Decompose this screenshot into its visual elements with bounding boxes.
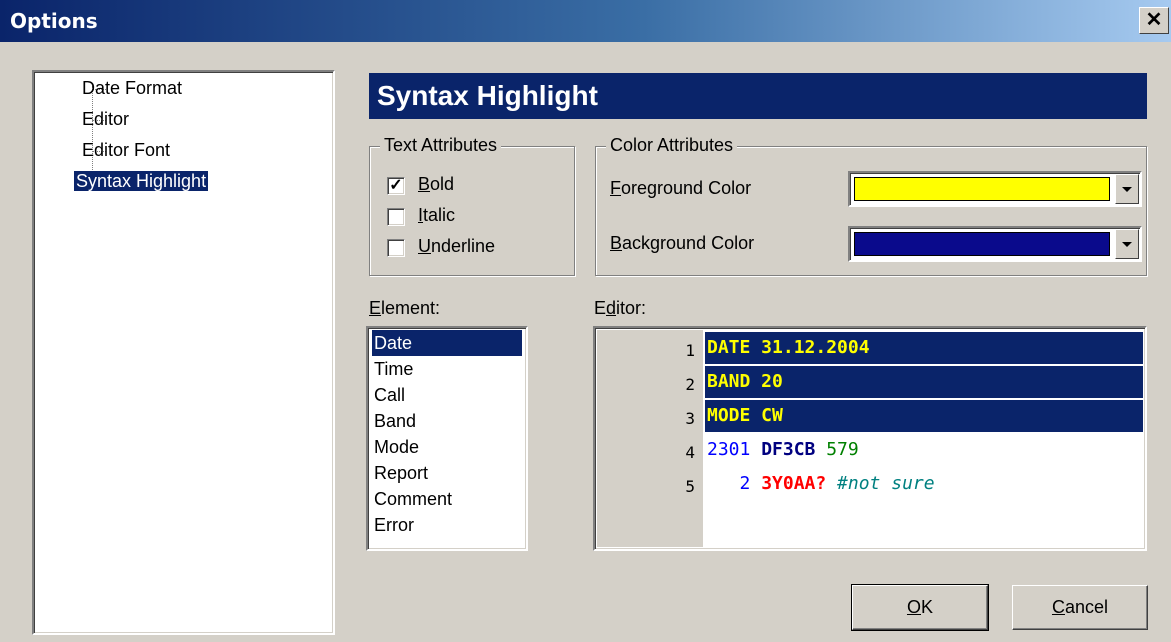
- code-line: MODE CW: [705, 400, 1143, 432]
- ok-button[interactable]: OK: [851, 584, 989, 631]
- background-color-label: Background Color: [610, 233, 755, 253]
- text-attributes-group: Text Attributes ✓ Bold Italic Underline: [369, 135, 575, 276]
- list-item[interactable]: Band: [372, 408, 522, 434]
- italic-checkbox[interactable]: [387, 208, 405, 226]
- list-item[interactable]: Report: [372, 460, 522, 486]
- line-number: 3: [685, 409, 695, 428]
- list-item[interactable]: Date: [372, 330, 522, 356]
- group-label: Color Attributes: [606, 135, 738, 156]
- close-button[interactable]: ✕: [1139, 7, 1169, 34]
- underline-checkbox[interactable]: [387, 239, 405, 257]
- tree-item-label: Editor: [82, 109, 130, 129]
- list-item[interactable]: Error: [372, 512, 522, 538]
- code-token: BAND 20: [707, 371, 783, 392]
- tree-item-syntax-highlight[interactable]: Syntax Highlight: [72, 170, 210, 192]
- code-token: DF3CB: [761, 439, 827, 460]
- line-number: 2: [685, 375, 695, 394]
- chevron-down-icon[interactable]: [1115, 229, 1139, 259]
- code-line: DATE 31.12.2004: [705, 332, 1143, 364]
- tree-item-label: Syntax Highlight: [72, 170, 210, 192]
- editor-preview[interactable]: 1 2 3 4 5 DATE 31.12.2004 BAND 20 MODE CW 2301 …: [593, 326, 1147, 551]
- code-token: #not sure: [837, 473, 935, 494]
- list-item[interactable]: Time: [372, 356, 522, 382]
- cancel-button[interactable]: Cancel: [1012, 585, 1148, 630]
- foreground-color-picker[interactable]: [848, 171, 1142, 207]
- cancel-label: C: [1051, 597, 1065, 617]
- code-line: BAND 20: [705, 366, 1143, 398]
- bold-checkbox[interactable]: ✓: [387, 177, 405, 195]
- tree-item-editor-font[interactable]: Editor Font: [82, 140, 170, 161]
- code-token: 2: [707, 473, 762, 494]
- element-list[interactable]: Date Time Call Band Mode Report Comment Error: [366, 326, 528, 551]
- chevron-down-icon[interactable]: [1115, 174, 1139, 204]
- list-item[interactable]: Mode: [372, 434, 522, 460]
- color-attributes-group: Color Attributes Foreground Color Backgr…: [595, 135, 1147, 276]
- element-list-label: Element:: [369, 298, 441, 318]
- code-line: 2 3Y0AA? #not sure: [705, 468, 1143, 500]
- options-tree[interactable]: Date Format Editor Editor Font Syntax Hi…: [32, 70, 335, 635]
- bold-label: Bold: [418, 174, 455, 194]
- italic-label: Italic: [418, 205, 456, 225]
- code-token: MODE CW: [707, 405, 783, 426]
- group-label: Text Attributes: [380, 135, 502, 156]
- background-color-swatch: [854, 232, 1110, 256]
- tree-item-label: Editor Font: [82, 140, 171, 160]
- code-token: 2301: [707, 439, 762, 460]
- editor-label: Editor:: [594, 298, 647, 318]
- background-color-picker[interactable]: [848, 226, 1142, 262]
- checkmark-icon: ✓: [389, 177, 403, 194]
- list-item[interactable]: Comment: [372, 486, 522, 512]
- section-title: Syntax Highlight: [369, 73, 1147, 119]
- window-title: Options: [10, 9, 98, 33]
- line-number: 5: [685, 477, 695, 496]
- underline-label: Underline: [418, 236, 496, 256]
- line-number: 4: [685, 443, 695, 462]
- title-bar[interactable]: Options ✕: [0, 0, 1171, 42]
- line-number: 1: [685, 341, 695, 360]
- list-item[interactable]: Call: [372, 382, 522, 408]
- tree-item-editor[interactable]: Editor: [82, 109, 129, 130]
- line-number-gutter: 1 2 3 4 5: [597, 330, 703, 547]
- code-line: 2301 DF3CB 579: [705, 434, 1143, 466]
- foreground-color-label: Foreground Color: [610, 178, 752, 198]
- tree-item-label: Date Format: [82, 78, 183, 98]
- tree-item-date-format[interactable]: Date Format: [82, 78, 182, 99]
- code-token: DATE 31.12.2004: [707, 337, 870, 358]
- code-token: 3Y0AA?: [761, 473, 838, 494]
- ok-label: O: [906, 597, 921, 617]
- foreground-color-swatch: [854, 177, 1110, 201]
- code-token: 579: [826, 439, 859, 460]
- close-icon: ✕: [1145, 9, 1163, 31]
